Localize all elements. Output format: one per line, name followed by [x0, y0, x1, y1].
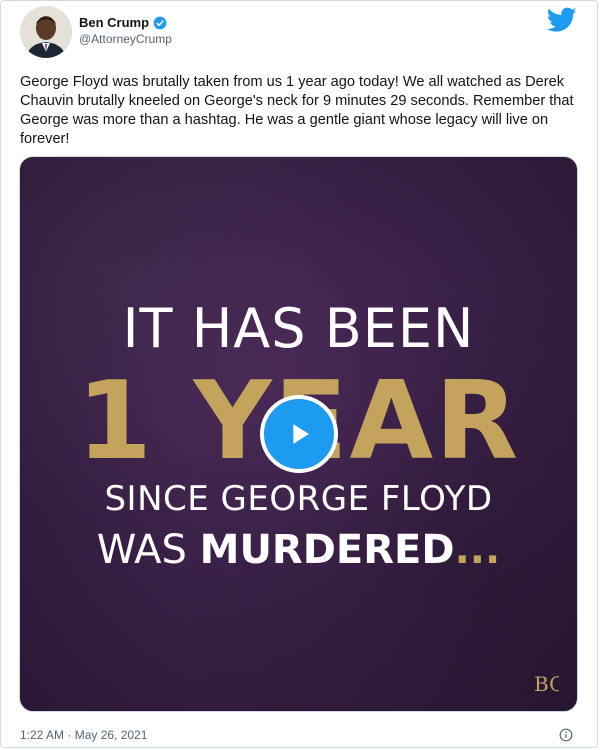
avatar-portrait	[20, 6, 72, 58]
bc-logo: BC	[533, 669, 564, 697]
video-text-line-4-c: ...	[454, 527, 501, 573]
video-text-line-4: WAS MURDERED...	[20, 527, 577, 573]
tweet-video[interactable]: IT HAS BEEN 1 YEAR SINCE GEORGE FLOYD WA…	[19, 156, 578, 712]
video-text-line-3: SINCE GEORGE FLOYD	[104, 479, 493, 519]
display-name[interactable]: Ben Crump	[79, 15, 149, 30]
play-icon	[293, 424, 309, 444]
video-text-line-4-a: WAS	[96, 527, 200, 573]
twitter-bird-icon[interactable]	[546, 7, 577, 33]
tweet-card: Ben Crump @AttorneyCrump George Floyd wa…	[0, 0, 598, 748]
verified-badge-icon	[153, 16, 167, 30]
play-button[interactable]	[260, 395, 338, 473]
author-info: Ben Crump @AttorneyCrump	[79, 15, 172, 46]
svg-text:BC: BC	[534, 672, 559, 696]
info-icon[interactable]	[559, 728, 573, 742]
video-text-line-1: IT HAS BEEN	[122, 297, 475, 360]
name-row: Ben Crump	[79, 15, 172, 30]
video-text-line-4-b: MURDERED	[199, 527, 455, 573]
user-handle[interactable]: @AttorneyCrump	[79, 32, 172, 46]
avatar[interactable]	[20, 6, 72, 58]
tweet-timestamp[interactable]: 1:22 AM · May 26, 2021	[20, 728, 147, 742]
tweet-text: George Floyd was brutally taken from us …	[20, 74, 574, 147]
